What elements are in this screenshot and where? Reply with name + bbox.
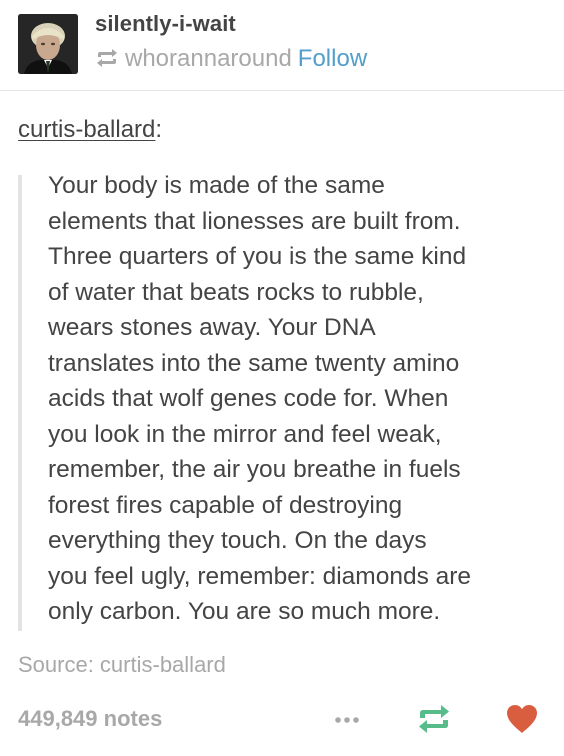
blockquote-bar [18, 175, 22, 631]
reblog-button[interactable] [416, 703, 452, 735]
reblogged-from-user[interactable]: whorannaround [125, 45, 292, 72]
quote-line: translates into the same twenty amino [48, 349, 460, 377]
reblog-attribution: whorannaround Follow [95, 45, 367, 75]
reblog-icon [416, 705, 452, 739]
quote-line: forest fires capable of destroying [48, 491, 403, 519]
follow-button[interactable]: Follow [298, 45, 367, 72]
post-header: silently-i-wait whorannaround Follow [0, 0, 564, 91]
quote-line: everything they touch. On the days [48, 527, 427, 554]
quoted-user-link[interactable]: curtis-ballard [18, 116, 155, 143]
quoted-user-line: curtis-ballard: [18, 116, 162, 144]
quote-line: only carbon. You are so much more. [48, 598, 441, 625]
quote-line: Your body is made of the same [48, 172, 385, 199]
notes-count[interactable]: 449,849 notes [18, 706, 162, 732]
more-icon [333, 717, 361, 736]
quote-line: Three quarters of you is the same kind [48, 243, 467, 270]
post-author[interactable]: silently-i-wait [95, 11, 236, 37]
quote-line: of water that beats rocks to rubble, [48, 278, 424, 306]
quote-line: elements that lionesses are built from. [48, 207, 461, 235]
source-link[interactable]: Source: curtis-ballard [18, 652, 226, 678]
like-button[interactable] [505, 703, 539, 735]
more-button[interactable] [333, 708, 361, 732]
quote-line: acids that wolf genes code for. When [48, 385, 449, 412]
reblog-small-icon [95, 47, 119, 75]
quote-line: you feel ugly, remember: diamonds are [48, 562, 472, 590]
quote-body: Your body is made of the same elements t… [48, 168, 548, 630]
quote-line: you look in the mirror and feel weak, [48, 420, 442, 448]
avatar[interactable] [18, 14, 78, 74]
heart-icon [505, 705, 539, 739]
quoted-user-colon: : [155, 116, 163, 143]
quote-line: remember, the air you breathe in fuels [48, 456, 461, 483]
quote-line: wears stones away. Your DNA [48, 314, 376, 341]
